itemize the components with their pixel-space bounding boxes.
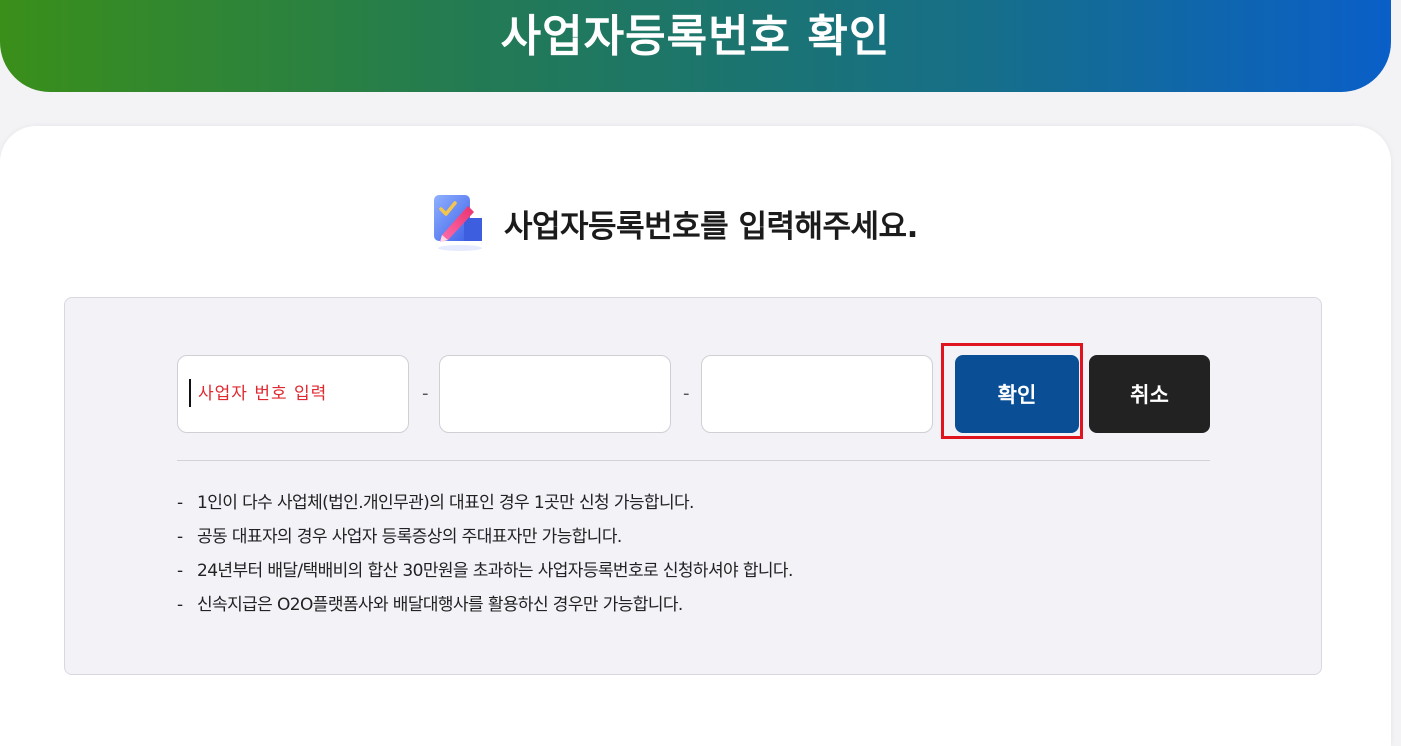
divider bbox=[177, 460, 1210, 461]
notice-bullet: - bbox=[177, 595, 183, 615]
notice-text: 24년부터 배달/택배비의 합산 30만원을 초과하는 사업자등록번호로 신청하… bbox=[197, 561, 793, 581]
notice-text: 공동 대표자의 경우 사업자 등록증상의 주대표자만 가능합니다. bbox=[197, 527, 622, 547]
confirm-button[interactable]: 확인 bbox=[955, 355, 1079, 433]
notice-text: 1인이 다수 사업체(법인.개인무관)의 대표인 경우 1곳만 신청 가능합니다… bbox=[197, 493, 694, 513]
main-card: 사업자등록번호를 입력해주세요. - - 확인 취소 -1인이 다수 사업체(법… bbox=[0, 126, 1391, 746]
notice-bullet: - bbox=[177, 493, 183, 513]
business-number-part1-input[interactable] bbox=[177, 355, 409, 433]
text-cursor bbox=[189, 379, 191, 407]
business-number-part2-input[interactable] bbox=[439, 355, 671, 433]
notice-bullet: - bbox=[177, 561, 183, 581]
notice-list: -1인이 다수 사업체(법인.개인무관)의 대표인 경우 1곳만 신청 가능합니… bbox=[177, 486, 793, 622]
checklist-pencil-icon bbox=[430, 192, 492, 254]
separator-dash: - bbox=[422, 383, 429, 404]
cancel-button[interactable]: 취소 bbox=[1089, 355, 1210, 433]
notice-item: - 신속지급은 O2O플랫폼사와 배달대행사를 활용하신 경우만 가능합니다. bbox=[177, 588, 793, 622]
form-panel: - - 확인 취소 -1인이 다수 사업체(법인.개인무관)의 대표인 경우 1… bbox=[64, 297, 1322, 675]
prompt-row: 사업자등록번호를 입력해주세요. bbox=[430, 192, 918, 254]
prompt-heading: 사업자등록번호를 입력해주세요. bbox=[504, 208, 918, 245]
business-number-part3-input[interactable] bbox=[701, 355, 933, 433]
notice-text: 신속지급은 O2O플랫폼사와 배달대행사를 활용하신 경우만 가능합니다. bbox=[197, 595, 683, 615]
header-banner: 사업자등록번호 확인 bbox=[0, 0, 1391, 92]
page-title: 사업자등록번호 확인 bbox=[500, 11, 891, 62]
notice-item: - 공동 대표자의 경우 사업자 등록증상의 주대표자만 가능합니다. bbox=[177, 520, 793, 554]
notice-item: -1인이 다수 사업체(법인.개인무관)의 대표인 경우 1곳만 신청 가능합니… bbox=[177, 486, 793, 520]
notice-item: -24년부터 배달/택배비의 합산 30만원을 초과하는 사업자등록번호로 신청… bbox=[177, 554, 793, 588]
separator-dash: - bbox=[683, 383, 690, 404]
notice-bullet: - bbox=[177, 527, 183, 547]
